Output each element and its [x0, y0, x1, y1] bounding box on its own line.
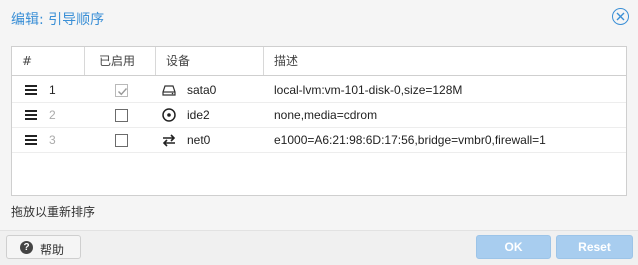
table-row[interactable]: 1 sata0 local-lvm:vm-101-disk-0,size=128… [12, 78, 626, 103]
device-cell: sata0 [187, 83, 217, 97]
boot-order-dialog: 编辑: 引导顺序 # 已启用 设备 描述 1 sata0 local-lvm:v… [0, 0, 638, 265]
reorder-hint: 拖放以重新排序 [11, 205, 96, 219]
description-cell: local-lvm:vm-101-disk-0,size=128M [274, 83, 463, 97]
grid-header: # 已启用 设备 描述 [12, 47, 626, 76]
order-cell: 3 [49, 133, 56, 147]
drag-handle-icon[interactable] [25, 135, 37, 145]
enabled-checkbox[interactable] [115, 109, 128, 122]
column-header-device[interactable]: 设备 [156, 47, 264, 75]
order-cell: 2 [49, 108, 56, 122]
cdrom-icon [162, 108, 176, 122]
dialog-titlebar: 编辑: 引导顺序 [0, 0, 638, 34]
table-row[interactable]: 3 net0 e1000=A6:21:98:6D:17:56,bridge=vm… [12, 128, 626, 153]
column-header-order[interactable]: # [12, 47, 85, 75]
harddisk-icon [162, 85, 176, 96]
drag-handle-icon[interactable] [25, 85, 37, 95]
description-cell: none,media=cdrom [274, 108, 378, 122]
column-header-enabled[interactable]: 已启用 [85, 47, 156, 75]
ok-button[interactable]: OK [476, 235, 551, 259]
dialog-toolbar: ? 帮助 OK Reset [0, 230, 638, 265]
order-cell: 1 [49, 83, 56, 97]
question-icon: ? [20, 241, 33, 254]
description-cell: e1000=A6:21:98:6D:17:56,bridge=vmbr0,fir… [274, 133, 546, 147]
boot-order-grid: # 已启用 设备 描述 1 sata0 local-lvm:vm-101-dis… [11, 46, 627, 196]
enabled-checkbox[interactable] [115, 134, 128, 147]
enabled-checkbox[interactable] [115, 84, 128, 97]
reset-button[interactable]: Reset [556, 235, 633, 259]
table-row[interactable]: 2 ide2 none,media=cdrom [12, 103, 626, 128]
close-icon[interactable] [612, 8, 629, 25]
device-cell: ide2 [187, 108, 210, 122]
column-header-description[interactable]: 描述 [264, 47, 626, 75]
help-button-label: 帮助 [40, 243, 65, 257]
drag-handle-icon[interactable] [25, 110, 37, 120]
network-exchange-icon [162, 134, 176, 147]
dialog-title: 编辑: 引导顺序 [11, 12, 105, 28]
device-cell: net0 [187, 133, 211, 147]
help-button[interactable]: ? 帮助 [6, 235, 81, 259]
